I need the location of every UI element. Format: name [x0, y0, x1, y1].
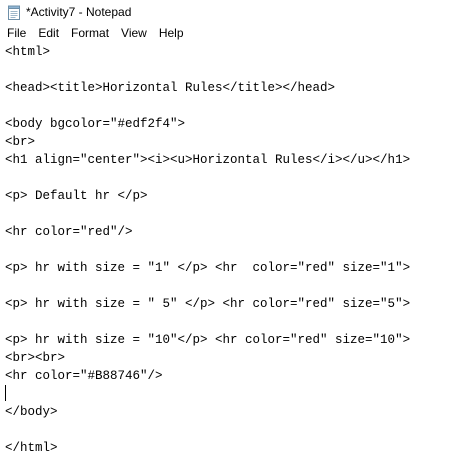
editor-line: <p> hr with size = " 5" </p> <hr color="… [5, 297, 411, 311]
menu-help[interactable]: Help [153, 24, 190, 43]
menu-view[interactable]: View [115, 24, 153, 43]
editor-line: </body> [5, 405, 58, 419]
editor-line: <br> [5, 135, 36, 149]
title-bar: *Activity7 - Notepad [0, 0, 456, 24]
editor-line: <p> Default hr </p> [5, 189, 148, 203]
editor-line: <body bgcolor="#edf2f4"> [5, 117, 186, 131]
menu-file[interactable]: File [0, 24, 32, 43]
menu-bar: File Edit Format View Help [0, 24, 456, 43]
editor-line: <hr color="red"/> [5, 225, 133, 239]
editor-line: <p> hr with size = "1" </p> <hr color="r… [5, 261, 411, 275]
text-editor[interactable]: <html> <head><title>Horizontal Rules</ti… [0, 43, 456, 476]
window-title: *Activity7 - Notepad [26, 5, 132, 19]
menu-format[interactable]: Format [65, 24, 115, 43]
notepad-window: *Activity7 - Notepad File Edit Format Vi… [0, 0, 456, 476]
notepad-icon [7, 5, 21, 20]
editor-line: <head><title>Horizontal Rules</title></h… [5, 81, 336, 95]
editor-line: <br><br> [5, 351, 66, 365]
editor-line: <p> hr with size = "10"</p> <hr color="r… [5, 333, 411, 347]
menu-edit[interactable]: Edit [32, 24, 65, 43]
text-caret [5, 385, 6, 401]
editor-line: <hr color="#B88746"/> [5, 369, 163, 383]
editor-line: </html> [5, 441, 58, 455]
editor-line: <html> [5, 45, 51, 59]
editor-line: <h1 align="center"><i><u>Horizontal Rule… [5, 153, 411, 167]
